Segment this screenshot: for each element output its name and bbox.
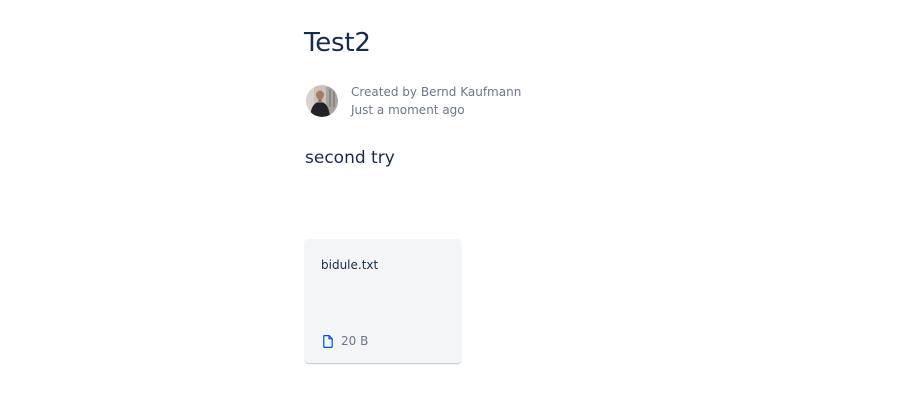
attachment-footer: 20 B	[323, 333, 368, 349]
byline: Created by Bernd Kaufmann Just a moment …	[306, 83, 521, 119]
avatar[interactable]	[306, 85, 338, 117]
author-line[interactable]: Created by Bernd Kaufmann	[351, 83, 521, 101]
byline-meta: Created by Bernd Kaufmann Just a moment …	[351, 83, 521, 119]
attachment-file-size: 20 B	[341, 334, 369, 348]
page-content: Test2 Created by Bernd Kaufmann Just a m…	[0, 0, 904, 404]
page-title: Test2	[304, 28, 371, 58]
page-body-text: second try	[305, 148, 395, 168]
attachment-file-name: bidule.txt	[321, 258, 379, 272]
attachment-card[interactable]: bidule.txt 20 B	[305, 239, 461, 363]
document-icon	[323, 334, 333, 348]
timestamp: Just a moment ago	[351, 103, 465, 117]
